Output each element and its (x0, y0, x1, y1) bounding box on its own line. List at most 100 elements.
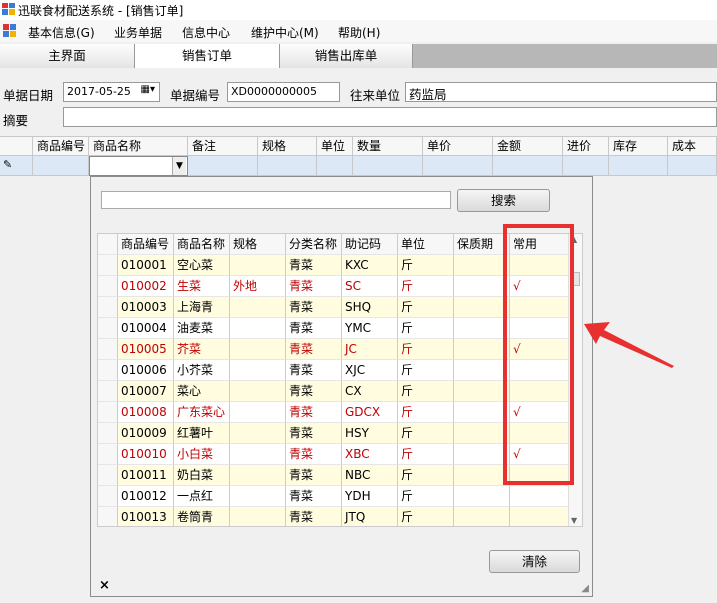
cell-amount[interactable] (493, 156, 563, 176)
system-menu-icon[interactable] (3, 24, 17, 38)
cell-shelf-life (454, 423, 510, 444)
order-grid-edit-row[interactable]: ✎ ▼ (0, 156, 717, 176)
grid-header-stock[interactable]: 库存 (609, 137, 668, 156)
product-row[interactable]: 010006 小芥菜 青菜 XJC 斤 (98, 360, 570, 381)
cell-category: 青菜 (286, 318, 342, 339)
number-field[interactable]: XD0000000005 (227, 82, 340, 102)
scroll-down-icon[interactable]: ▼ (571, 516, 577, 525)
cell-cost[interactable] (668, 156, 717, 176)
product-row[interactable]: 010004 油麦菜 青菜 YMC 斤 (98, 318, 570, 339)
list-header-category[interactable]: 分类名称 (286, 234, 342, 255)
cell-product-code: 010009 (118, 423, 174, 444)
cell-unit: 斤 (398, 297, 454, 318)
grid-header-cost[interactable]: 成本 (668, 137, 717, 156)
grid-header-code[interactable]: 商品编号 (33, 137, 89, 156)
number-value: XD0000000005 (231, 85, 317, 98)
cell-shelf-life (454, 255, 510, 276)
product-row[interactable]: 010007 菜心 青菜 CX 斤 (98, 381, 570, 402)
cell-mnemonic: YDH (342, 486, 398, 507)
cell-unit: 斤 (398, 465, 454, 486)
row-header (98, 423, 118, 444)
cell-shelf-life (454, 276, 510, 297)
cell-unit: 斤 (398, 486, 454, 507)
window-title: 迅联食材配送系统 - [销售订单] (18, 4, 184, 18)
cell-cost-price[interactable] (563, 156, 609, 176)
cell-product-name: 油麦菜 (174, 318, 230, 339)
list-header-unit[interactable]: 单位 (398, 234, 454, 255)
cell-shelf-life (454, 444, 510, 465)
cell-product-spec (230, 360, 286, 381)
product-row[interactable]: 010013 卷筒青 青菜 JTQ 斤 (98, 507, 570, 526)
cell-qty[interactable] (353, 156, 423, 176)
grid-header-name[interactable]: 商品名称 (89, 137, 188, 156)
product-row[interactable]: 010012 一点红 青菜 YDH 斤 (98, 486, 570, 507)
cell-spec[interactable] (258, 156, 317, 176)
order-grid-header: 商品编号 商品名称 备注 规格 单位 数量 单价 金额 进价 库存 成本 (0, 136, 717, 156)
cell-note[interactable] (188, 156, 258, 176)
row-header (98, 486, 118, 507)
menu-basic-info[interactable]: 基本信息(G) (28, 24, 95, 41)
cell-product-spec (230, 381, 286, 402)
list-header-name[interactable]: 商品名称 (174, 234, 230, 255)
list-header-spec[interactable]: 规格 (230, 234, 286, 255)
annotation-arrow-icon (584, 322, 674, 368)
cell-product-name: 卷筒青 (174, 507, 230, 526)
cell-product-spec (230, 423, 286, 444)
product-name-combobox[interactable]: ▼ (89, 156, 188, 176)
cell-product-name: 一点红 (174, 486, 230, 507)
product-row[interactable]: 010010 小白菜 青菜 XBC 斤 √ (98, 444, 570, 465)
list-header-code[interactable]: 商品编号 (118, 234, 174, 255)
date-picker[interactable]: 2017-05-25 ▦▾ (63, 82, 160, 102)
close-icon[interactable]: × (99, 578, 110, 593)
cell-unit[interactable] (317, 156, 353, 176)
cell-mnemonic: GDCX (342, 402, 398, 423)
grid-header-unit[interactable]: 单位 (317, 137, 353, 156)
grid-header-note[interactable]: 备注 (188, 137, 258, 156)
menu-help[interactable]: 帮助(H) (338, 24, 380, 41)
partner-field[interactable]: 药监局 (405, 82, 717, 102)
cell-product-name: 上海青 (174, 297, 230, 318)
cell-common (510, 486, 570, 507)
cell-shelf-life (454, 339, 510, 360)
cell-mnemonic: NBC (342, 465, 398, 486)
product-row[interactable]: 010011 奶白菜 青菜 NBC 斤 (98, 465, 570, 486)
menu-info-center[interactable]: 信息中心 (182, 24, 230, 41)
cell-stock[interactable] (609, 156, 668, 176)
row-selector[interactable]: ✎ (0, 156, 33, 176)
memo-field[interactable] (63, 107, 717, 127)
tab-sales-outbound[interactable]: 销售出库单 (280, 44, 413, 68)
cell-unit: 斤 (398, 360, 454, 381)
grid-header-price[interactable]: 单价 (423, 137, 493, 156)
grid-header-qty[interactable]: 数量 (353, 137, 423, 156)
grid-header-cost-price[interactable]: 进价 (563, 137, 609, 156)
cell-category: 青菜 (286, 381, 342, 402)
cell-category: 青菜 (286, 423, 342, 444)
grid-header-spec[interactable]: 规格 (258, 137, 317, 156)
list-header-shelf-life[interactable]: 保质期 (454, 234, 510, 255)
list-header-mnemonic[interactable]: 助记码 (342, 234, 398, 255)
product-row[interactable]: 010005 芥菜 青菜 JC 斤 √ (98, 339, 570, 360)
cell-price[interactable] (423, 156, 493, 176)
product-row[interactable]: 010001 空心菜 青菜 KXC 斤 (98, 255, 570, 276)
cell-mnemonic: HSY (342, 423, 398, 444)
clear-button[interactable]: 清除 (489, 550, 580, 573)
tab-sales-order[interactable]: 销售订单 (135, 44, 280, 68)
grid-header-amount[interactable]: 金额 (493, 137, 563, 156)
dropdown-arrow-icon[interactable]: ▼ (172, 157, 186, 175)
product-row[interactable]: 010009 红薯叶 青菜 HSY 斤 (98, 423, 570, 444)
tab-main[interactable]: 主界面 (0, 44, 135, 68)
menu-maintenance[interactable]: 维护中心(M) (251, 24, 319, 41)
cell-unit: 斤 (398, 339, 454, 360)
cell-product-spec (230, 507, 286, 526)
search-input[interactable] (101, 191, 451, 209)
row-header (98, 507, 118, 526)
product-row[interactable]: 010002 生菜 外地 青菜 SC 斤 √ (98, 276, 570, 297)
menu-business-docs[interactable]: 业务单据 (114, 24, 162, 41)
partner-label: 往来单位 (350, 88, 401, 103)
resize-grip-icon[interactable]: ◢ (581, 583, 589, 594)
product-row[interactable]: 010003 上海青 青菜 SHQ 斤 (98, 297, 570, 318)
search-button[interactable]: 搜索 (457, 189, 550, 212)
cell-code[interactable] (33, 156, 89, 176)
product-row[interactable]: 010008 广东菜心 青菜 GDCX 斤 √ (98, 402, 570, 423)
calendar-dropdown-icon[interactable]: ▦▾ (141, 84, 155, 95)
